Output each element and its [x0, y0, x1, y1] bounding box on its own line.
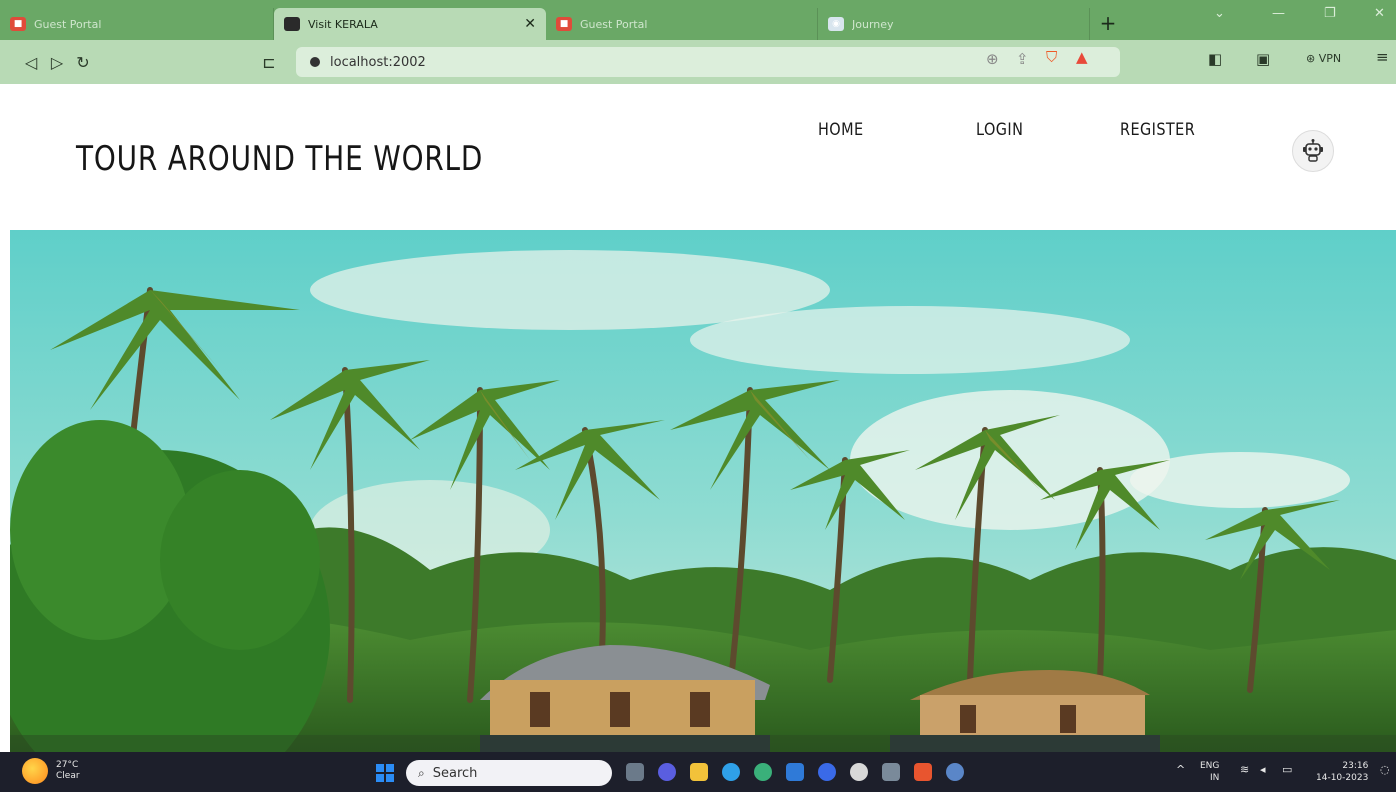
zoom-icon[interactable]: ⊕ — [986, 50, 999, 68]
tab-label: Journey — [852, 17, 894, 31]
robot-icon — [1303, 139, 1323, 162]
tab-guest-portal-1[interactable]: ■ Guest Portal — [0, 8, 274, 40]
tab-label: Guest Portal — [580, 17, 648, 31]
tab-visit-kerala[interactable]: Visit KERALA ✕ — [274, 8, 546, 40]
portal-favicon-icon: ■ — [10, 17, 26, 31]
browser-app-icon[interactable] — [722, 763, 740, 781]
minimize-window-icon[interactable]: — — [1272, 6, 1285, 21]
battery-icon[interactable]: ▭ — [1282, 764, 1292, 776]
brave-rewards-icon[interactable]: ▲ — [1076, 48, 1088, 66]
settings-icon[interactable] — [946, 763, 964, 781]
wallet-icon[interactable]: ▣ — [1256, 50, 1270, 68]
forward-icon[interactable]: ▷ — [44, 53, 70, 72]
close-window-icon[interactable]: ✕ — [1374, 6, 1385, 21]
weather-icon — [22, 758, 48, 784]
clock-time: 23:16 — [1342, 761, 1369, 771]
nav-home-link[interactable]: HOME — [818, 120, 864, 140]
clock[interactable]: 23:16 14-10-2023 — [1316, 760, 1368, 784]
brave-icon[interactable] — [914, 763, 932, 781]
new-tab-button[interactable]: + — [1090, 8, 1126, 40]
page-title: TOUR AROUND THE WORLD — [76, 139, 484, 179]
close-tab-icon[interactable]: ✕ — [524, 16, 536, 32]
language-line1: ENG — [1200, 761, 1220, 771]
task-view-icon[interactable] — [626, 763, 644, 781]
nav-login-link[interactable]: LOGIN — [976, 120, 1023, 140]
teams-chat-icon[interactable] — [658, 763, 676, 781]
tab-journey[interactable]: ◉ Journey — [818, 8, 1090, 40]
search-placeholder: Search — [432, 765, 478, 781]
chatbot-button[interactable] — [1292, 130, 1334, 172]
volume-icon[interactable]: ◂ — [1260, 764, 1266, 776]
hero-image — [10, 230, 1396, 752]
media-player-icon[interactable] — [818, 763, 836, 781]
vpn-button[interactable]: ⊛ VPN — [1306, 52, 1341, 65]
bookmark-icon[interactable]: ⊏ — [256, 53, 282, 72]
site-header: TOUR AROUND THE WORLD HOME LOGIN REGISTE… — [10, 84, 1396, 230]
terminal-icon[interactable] — [882, 763, 900, 781]
share-icon[interactable]: ⇪ — [1016, 50, 1029, 68]
clock-date: 14-10-2023 — [1316, 773, 1369, 783]
journey-favicon-icon: ◉ — [828, 17, 844, 31]
menu-icon[interactable]: ≡ — [1376, 48, 1389, 66]
vpn-label: VPN — [1318, 52, 1342, 65]
start-button[interactable] — [376, 764, 394, 782]
kerala-houseboat-image — [10, 230, 1396, 752]
mail-icon[interactable] — [786, 763, 804, 781]
weather-condition: Clear — [56, 771, 80, 781]
sidebar-toggle-icon[interactable]: ◧ — [1208, 50, 1222, 68]
back-icon[interactable]: ◁ — [18, 53, 44, 72]
tab-label: Visit KERALA — [308, 17, 378, 31]
tab-guest-portal-2[interactable]: ■ Guest Portal — [546, 8, 818, 40]
tab-search-chevron-icon[interactable]: ⌄ — [1214, 6, 1225, 21]
search-icon: ⌕ — [418, 765, 425, 780]
notification-icon[interactable]: ◌ — [1380, 764, 1390, 776]
reload-icon[interactable]: ↻ — [70, 53, 96, 72]
windows-taskbar: 27°C Clear ⌕ Search ^ ENG IN ≋ ◂ ▭ 23:16… — [0, 752, 1396, 792]
edge-icon[interactable] — [754, 763, 772, 781]
brave-shield-icon[interactable]: ⛉ — [1046, 48, 1057, 66]
globe-favicon-icon — [284, 17, 300, 31]
portal-favicon-icon: ■ — [556, 17, 572, 31]
file-explorer-icon[interactable] — [690, 763, 708, 781]
weather-temp: 27°C — [56, 760, 79, 770]
language-indicator[interactable]: ENG IN — [1200, 760, 1219, 784]
nav-register-link[interactable]: REGISTER — [1120, 120, 1195, 140]
site-info-icon[interactable] — [310, 57, 320, 67]
wifi-icon[interactable]: ≋ — [1240, 764, 1249, 776]
taskbar-search[interactable]: ⌕ Search — [406, 760, 612, 786]
address-toolbar: ◁ ▷ ↻ ⊏ localhost:2002 ⊕ ⇪ ⛉ ▲ ◧ ▣ ⊛ VPN… — [0, 40, 1396, 84]
chrome-icon[interactable] — [850, 763, 868, 781]
tab-label: Guest Portal — [34, 17, 102, 31]
tray-overflow-icon[interactable]: ^ — [1176, 764, 1185, 776]
language-line2: IN — [1210, 773, 1220, 783]
maximize-window-icon[interactable]: ❐ — [1324, 6, 1336, 21]
browser-tab-strip: ■ Guest Portal Visit KERALA ✕ ■ Guest Po… — [0, 0, 1396, 40]
weather-widget[interactable]: 27°C Clear — [22, 758, 80, 784]
url-text: localhost:2002 — [330, 54, 426, 70]
